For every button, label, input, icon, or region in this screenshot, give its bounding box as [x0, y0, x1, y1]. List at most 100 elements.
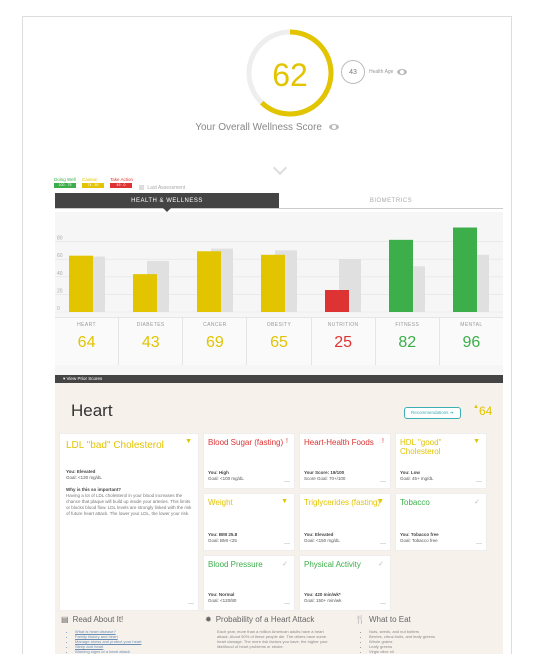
legend-range: 49 - 0	[110, 183, 132, 188]
card-title: HDL "good" Cholesterol	[400, 438, 442, 456]
chevron-down-icon[interactable]	[272, 160, 288, 176]
card-title: LDL "bad" Cholesterol	[66, 440, 164, 451]
alert-icon: !	[382, 438, 384, 445]
card-goal: Goal: <150 mg/dL	[304, 538, 340, 543]
recommendations-button[interactable]: Recommendations ➔	[404, 407, 461, 419]
category-obesity[interactable]: OBESITY 65	[247, 318, 312, 365]
score-bar	[197, 251, 221, 312]
card-goal: Goal: <130 mg/dL	[66, 475, 102, 480]
more-icon[interactable]	[284, 603, 290, 607]
score-legend: Doing Well 100 - 75 Caution 74 - 50 Take…	[54, 177, 185, 191]
heart-health-foods-card[interactable]: Heart-Health Foods ! Your Score: 19/100 S…	[299, 433, 391, 489]
category-score: 82	[398, 334, 417, 351]
warning-icon: ▼	[281, 498, 288, 505]
category-diabetes[interactable]: DIABETES 43	[119, 318, 184, 365]
category-nutrition[interactable]: NUTRITION 25	[312, 318, 376, 365]
physical-activity-card[interactable]: Physical Activity ✓ You: 420 min/wk* Goal…	[299, 555, 391, 611]
category-mental[interactable]: MENTAL 96	[440, 318, 503, 365]
category-label: DIABETES	[136, 322, 165, 328]
tobacco-card[interactable]: Tobacco ✓ You: Tobacco free Goal: Tobacco…	[395, 493, 487, 551]
category-fitness[interactable]: FITNESS 82	[376, 318, 440, 365]
overall-score-label-row: Your Overall Wellness Score	[23, 122, 511, 133]
more-icon[interactable]	[284, 543, 290, 547]
overall-score-label: Your Overall Wellness Score	[195, 122, 322, 133]
y-tick-label: 80	[57, 236, 63, 242]
probability-panel: ✹ Probability of a Heart Attack Each year…	[205, 615, 329, 649]
section-title: Heart	[71, 401, 113, 420]
category-score-row: HEART 64 DIABETES 43 CANCER 69 OBESITY 6…	[55, 317, 503, 365]
card-goal: Goal: Tobacco free	[400, 538, 438, 543]
card-goal: Goal: BMI <25	[208, 538, 237, 543]
card-title: Triglycerides (fasting)	[304, 498, 381, 507]
health-age-label: Health Age	[369, 69, 394, 75]
card-title: Physical Activity	[304, 560, 361, 569]
more-icon[interactable]	[188, 603, 194, 607]
what-to-eat-panel: 🍴What to Eat Nuts, seeds, and nut butter…	[355, 615, 435, 654]
probability-text: Each year, more than a million American …	[217, 629, 328, 649]
y-tick-label: 40	[57, 271, 63, 277]
category-label: NUTRITION	[327, 322, 359, 328]
more-icon[interactable]	[476, 543, 482, 547]
more-icon[interactable]	[380, 481, 386, 485]
card-goal: Goal: <100 mg/dL	[208, 476, 244, 481]
tab-biometrics[interactable]: BIOMETRICS	[279, 193, 503, 208]
y-tick-label: 20	[57, 288, 63, 294]
legend-range: 100 - 75	[54, 183, 76, 188]
tab-bar: HEALTH & WELLNESS BIOMETRICS	[55, 193, 503, 212]
legend-item-doing-well: Doing Well 100 - 75	[54, 177, 76, 188]
category-score: 65	[270, 334, 288, 351]
utensils-icon: 🍴	[355, 615, 365, 624]
category-score: 96	[462, 334, 481, 351]
health-age[interactable]: 43 Health Age	[341, 60, 408, 84]
category-score: 69	[205, 334, 224, 351]
y-tick-label: 60	[57, 253, 63, 259]
blood-pressure-card[interactable]: Blood Pressure ✓ You: Normal Goal: <120/8…	[203, 555, 295, 611]
heart-detail-section: Heart Recommendations ➔ ▲64 LDL "bad" Ch…	[55, 383, 503, 654]
card-goal: Score Goal: 70+/100	[304, 476, 346, 481]
category-label: FITNESS	[395, 322, 420, 328]
hdl-cholesterol-card[interactable]: HDL "good" Cholesterol ▼ You: Low Goal: 4…	[395, 433, 487, 489]
more-icon[interactable]	[284, 481, 290, 485]
check-icon: ✓	[282, 561, 288, 568]
eye-icon[interactable]	[397, 69, 408, 75]
eye-icon[interactable]	[328, 124, 339, 131]
card-title: Blood Sugar (fasting)	[208, 438, 284, 447]
category-score: 25	[334, 334, 353, 351]
score-bar	[453, 227, 477, 312]
category-cancer[interactable]: CANCER 69	[183, 318, 248, 365]
why-important-text: Having a lot of LDL cholesterol in your …	[66, 493, 192, 516]
legend-item-caution: Caution 74 - 50	[82, 177, 104, 188]
food-item: Virgin olive oil	[369, 649, 435, 654]
tab-health-wellness[interactable]: HEALTH & WELLNESS	[55, 193, 279, 212]
card-title: Blood Pressure	[208, 560, 263, 569]
check-icon: ✓	[378, 561, 384, 568]
heart-score: ▲64	[473, 404, 493, 418]
more-icon[interactable]	[476, 481, 482, 485]
gear-icon: ✹	[205, 615, 212, 624]
more-icon[interactable]	[380, 603, 386, 607]
score-bar	[325, 290, 349, 312]
card-title: Tobacco	[400, 498, 430, 507]
alert-icon: !	[286, 438, 288, 445]
card-title: Weight	[208, 498, 233, 507]
blood-sugar-card[interactable]: Blood Sugar (fasting) ! You: High Goal: <…	[203, 433, 295, 489]
check-icon: ✓	[474, 499, 480, 506]
ldl-cholesterol-card[interactable]: LDL "bad" Cholesterol ▼ You: Elevated Go…	[59, 433, 199, 611]
triglycerides-card[interactable]: Triglycerides (fasting) ▼ You: Elevated G…	[299, 493, 391, 551]
arrow-right-icon: ➔	[449, 410, 454, 415]
weight-card[interactable]: Weight ▼ You: BMI 25.8 Goal: BMI <25	[203, 493, 295, 551]
read-about-link[interactable]: Warning signs of a heart attack	[75, 649, 141, 654]
probability-title: Probability of a Heart Attack	[215, 615, 315, 624]
bar-chart-svg: 0 20 40 60 80	[55, 227, 503, 313]
card-goal: Goal: <120/80	[208, 598, 237, 603]
more-icon[interactable]	[380, 543, 386, 547]
score-bar	[133, 274, 157, 312]
card-goal: Goal: 150+ min/wk	[304, 598, 342, 603]
category-score: 64	[77, 334, 96, 351]
category-heart[interactable]: HEART 64	[55, 318, 120, 365]
score-bar	[389, 239, 413, 312]
page-frame: 62 43 Health Age Your Overall Wellness S…	[22, 16, 512, 654]
view-prior-scores[interactable]: ▾ View Prior Scores	[55, 375, 503, 383]
overall-score: 62	[272, 57, 308, 93]
legend-range: 74 - 50	[82, 183, 104, 188]
